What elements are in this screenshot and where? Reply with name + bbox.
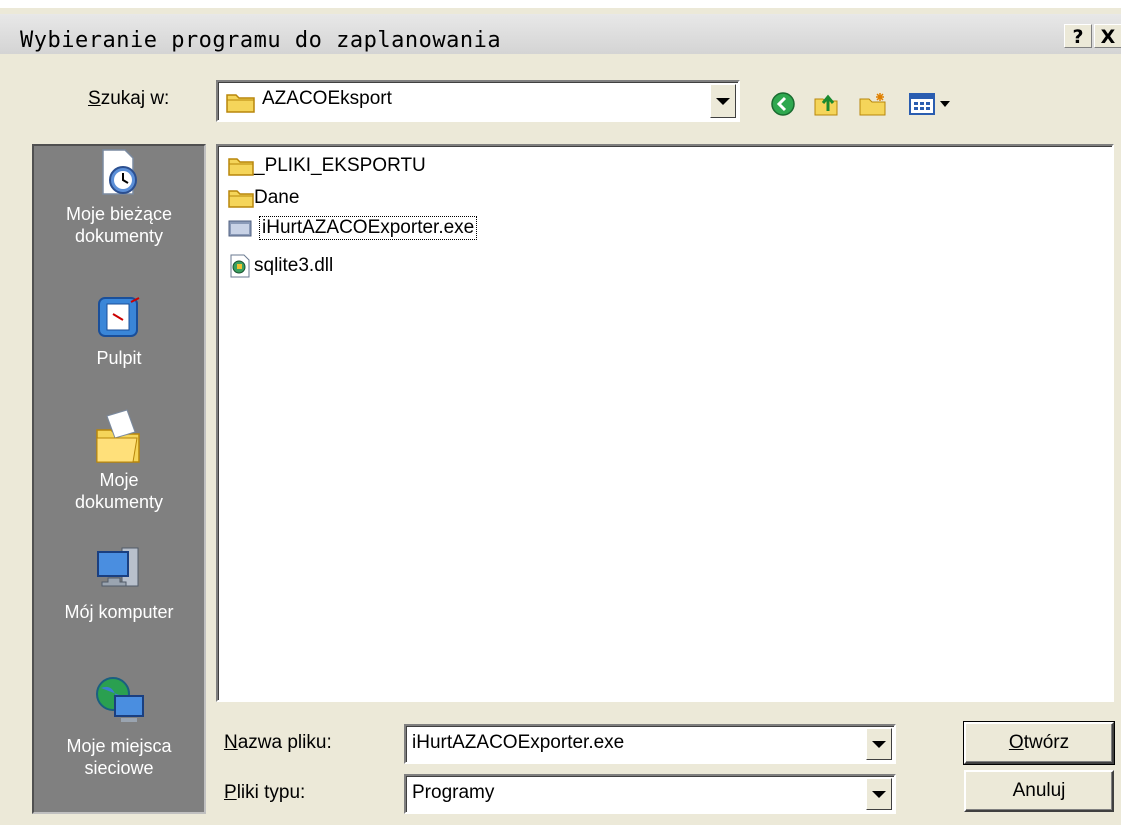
list-item[interactable]: _PLIKI_EKSPORTU (228, 154, 426, 178)
list-item[interactable]: Dane (228, 186, 299, 210)
my-documents-icon (96, 409, 140, 463)
list-item[interactable]: iHurtAZACOExporter.exe (228, 216, 478, 240)
folder-icon (228, 158, 254, 176)
place-my-documents[interactable]: Moje dokumenty (34, 408, 204, 513)
place-my-computer-label: Mój komputer (64, 602, 174, 622)
place-my-computer[interactable]: Mój komputer (34, 546, 204, 623)
place-recent-label: Moje bieżące dokumenty (65, 204, 173, 246)
file-open-dialog: Wybieranie programu do zaplanowania ? X … (0, 8, 1121, 825)
file-name: iHurtAZACOExporter.exe (258, 216, 478, 240)
cancel-button[interactable]: Anuluj (964, 770, 1114, 812)
desktop-icon (98, 297, 140, 337)
folder-icon (226, 94, 255, 113)
filetype-value: Programy (412, 782, 495, 803)
new-folder-icon[interactable] (858, 91, 888, 117)
open-button[interactable]: Otwórz (963, 721, 1115, 765)
filetype-label: Pliki typu: (224, 782, 306, 803)
file-list[interactable]: _PLIKI_EKSPORTU Dane iHurtAZACOExporter.… (216, 144, 1114, 702)
dll-icon (230, 254, 250, 278)
folder-icon (228, 190, 254, 208)
filename-dropdown-arrow[interactable] (866, 728, 892, 760)
recent-documents-icon (102, 149, 137, 195)
close-button[interactable]: X (1094, 24, 1121, 48)
network-places-icon (96, 677, 144, 722)
list-item[interactable]: sqlite3.dll (228, 254, 333, 278)
back-icon[interactable] (770, 91, 796, 117)
lookin-dropdown-arrow[interactable] (710, 84, 736, 118)
lookin-value: AZACOEksport (262, 88, 392, 109)
file-name: Dane (254, 187, 300, 208)
filename-input[interactable]: iHurtAZACOExporter.exe (404, 724, 896, 764)
place-desktop[interactable]: Pulpit (34, 294, 204, 369)
place-network[interactable]: Moje miejsca sieciowe (34, 674, 204, 779)
my-computer-icon (97, 547, 139, 587)
places-bar: Moje bieżące dokumenty Pulpit Moje dokum… (32, 144, 206, 814)
exe-icon (228, 220, 252, 237)
filetype-select[interactable]: Programy (404, 774, 896, 814)
view-menu-icon[interactable] (908, 91, 960, 117)
dialog-title: Wybieranie programu do zaplanowania (20, 28, 502, 53)
filename-value: iHurtAZACOExporter.exe (412, 732, 625, 753)
place-network-label: Moje miejsca sieciowe (66, 736, 172, 778)
place-my-documents-label: Moje dokumenty (74, 470, 164, 512)
filename-label: Nazwa pliku: (224, 732, 332, 753)
lookin-label: Szukaj w: (88, 88, 170, 109)
lookin-combo[interactable]: AZACOEksport (216, 80, 740, 122)
file-name: _PLIKI_EKSPORTU (254, 155, 426, 176)
place-recent-documents[interactable]: Moje bieżące dokumenty (34, 146, 204, 247)
place-desktop-label: Pulpit (96, 348, 142, 368)
up-folder-icon[interactable] (812, 91, 840, 117)
filetype-dropdown-arrow[interactable] (866, 778, 892, 810)
help-button[interactable]: ? (1064, 24, 1092, 48)
file-name: sqlite3.dll (254, 255, 334, 276)
